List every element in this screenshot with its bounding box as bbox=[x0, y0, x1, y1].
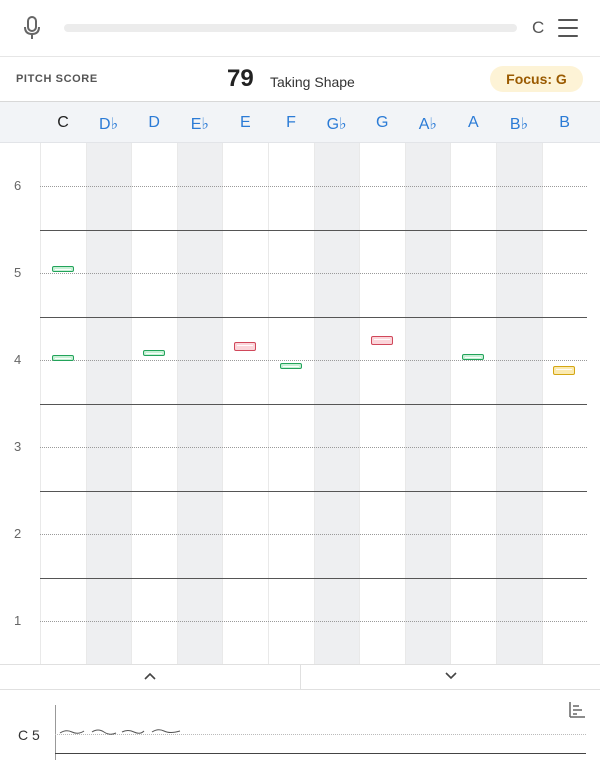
octave-divider bbox=[40, 577, 587, 579]
hamburger-menu-icon[interactable] bbox=[558, 19, 578, 37]
pitch-mark-green[interactable] bbox=[51, 265, 74, 272]
note-label[interactable]: F bbox=[268, 114, 314, 132]
pitch-mark-red[interactable] bbox=[234, 342, 257, 352]
note-label[interactable]: E bbox=[222, 114, 268, 132]
pitch-trace-panel: C 5 bbox=[0, 689, 600, 760]
pitch-mark-green[interactable] bbox=[462, 354, 485, 361]
top-bar: C bbox=[0, 0, 600, 57]
octave-divider bbox=[40, 229, 587, 231]
octave-label: 3 bbox=[14, 439, 22, 454]
chevron-down-icon bbox=[445, 672, 457, 680]
pitch-grid: 6 5 4 3 2 1 bbox=[0, 143, 600, 664]
pitch-mark-green[interactable] bbox=[279, 363, 302, 370]
pitch-score-status: Taking Shape bbox=[270, 74, 355, 90]
key-indicator[interactable]: C bbox=[532, 18, 544, 38]
octave-label: 5 bbox=[14, 265, 22, 280]
octave-divider bbox=[40, 490, 587, 492]
pitch-score-label: PITCH SCORE bbox=[16, 73, 98, 85]
focus-badge[interactable]: Focus: G bbox=[490, 66, 583, 92]
trace-axis bbox=[55, 705, 56, 760]
listening-progress-bar bbox=[64, 24, 517, 32]
stats-chart-icon[interactable] bbox=[568, 701, 586, 719]
note-label[interactable]: G♭ bbox=[314, 114, 360, 134]
note-label[interactable]: A♭ bbox=[405, 114, 451, 134]
pitch-score-value: 79 bbox=[227, 65, 254, 92]
note-label[interactable]: G bbox=[359, 114, 405, 132]
pitch-mark-green[interactable] bbox=[143, 350, 165, 357]
scroll-controls bbox=[0, 664, 600, 690]
microphone-icon[interactable] bbox=[22, 16, 42, 40]
octave-gridline bbox=[40, 447, 587, 448]
pitch-mark-yellow[interactable] bbox=[553, 365, 576, 375]
octave-label: 4 bbox=[14, 352, 22, 367]
pitch-mark-red[interactable] bbox=[371, 336, 393, 346]
octave-gridline bbox=[40, 534, 587, 535]
scroll-down-button[interactable] bbox=[300, 665, 600, 689]
scroll-up-button[interactable] bbox=[0, 665, 300, 689]
octave-label: 2 bbox=[14, 526, 22, 541]
octave-gridline bbox=[40, 621, 587, 622]
octave-label: 6 bbox=[14, 178, 22, 193]
octave-divider bbox=[40, 316, 587, 318]
note-label[interactable]: C bbox=[40, 114, 86, 132]
score-bar: PITCH SCORE 79 Taking Shape Focus: G bbox=[0, 57, 600, 102]
note-label[interactable]: B bbox=[542, 114, 588, 132]
pitch-mark-green[interactable] bbox=[51, 355, 74, 362]
octave-gridline bbox=[40, 360, 587, 361]
octave-divider bbox=[40, 403, 587, 405]
octave-gridline bbox=[40, 273, 587, 274]
note-label[interactable]: E♭ bbox=[177, 114, 223, 134]
octave-gridline bbox=[40, 186, 587, 187]
trace-note-label: C 5 bbox=[18, 727, 40, 743]
note-label[interactable]: D♭ bbox=[86, 114, 132, 134]
pitch-trace-waveform bbox=[59, 729, 181, 735]
note-label[interactable]: A bbox=[450, 114, 496, 132]
note-label[interactable]: D bbox=[131, 114, 177, 132]
note-label[interactable]: B♭ bbox=[496, 114, 542, 134]
note-header-row: C D♭ D E♭ E F G♭ G A♭ A B♭ B bbox=[0, 102, 600, 143]
trace-baseline bbox=[55, 753, 586, 754]
chevron-up-icon bbox=[144, 672, 156, 680]
octave-label: 1 bbox=[14, 613, 22, 628]
